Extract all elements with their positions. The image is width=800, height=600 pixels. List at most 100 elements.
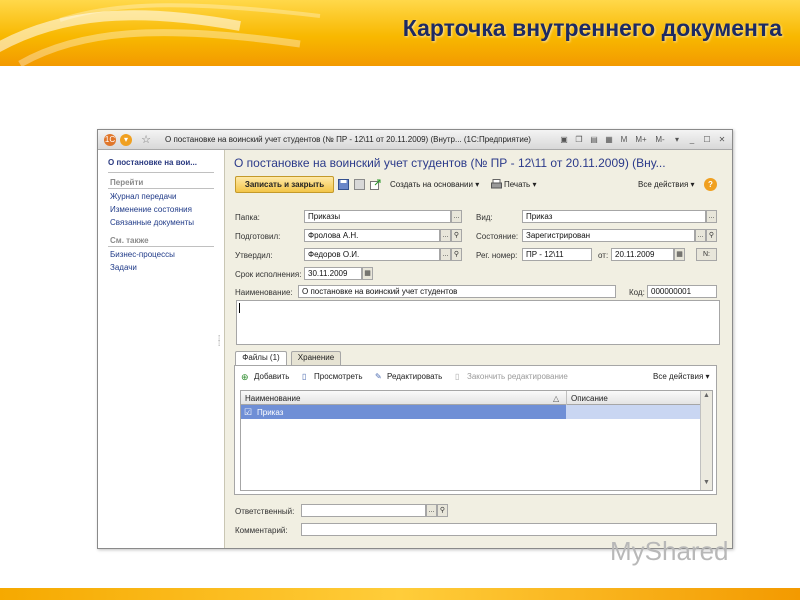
slide-header: Карточка внутреннего документа [0, 0, 800, 66]
type-field[interactable]: Приказ [522, 210, 706, 223]
comment-field[interactable] [301, 523, 717, 536]
add-button[interactable]: Добавить [254, 372, 289, 381]
save-icon[interactable] [338, 179, 349, 190]
regnum-label: Рег. номер: [476, 251, 518, 260]
window-title: О постановке на воинский учет студентов … [165, 135, 531, 144]
deadline-calendar-icon[interactable]: ▦ [362, 267, 373, 280]
checkbox-icon[interactable]: ☑ [244, 407, 252, 418]
comment-label: Комментарий: [235, 526, 288, 535]
sidebar-item-tasks[interactable]: Задачи [110, 263, 137, 272]
print-dropdown[interactable]: Печать ▾ [504, 180, 536, 189]
calendar-icon[interactable]: ▦ [603, 133, 615, 146]
scroll-up-icon[interactable]: ▲ [703, 392, 710, 399]
state-select-button[interactable]: ... [695, 229, 706, 242]
folder-select-button[interactable]: ... [451, 210, 462, 223]
watermark-logo: MyShared [610, 536, 729, 566]
create-based-dropdown[interactable]: Создать на основании ▾ [390, 180, 479, 189]
sidebar-item-journal[interactable]: Журнал передачи [110, 192, 177, 201]
all-actions-dropdown[interactable]: Все действия ▾ [638, 180, 695, 189]
menu-icon[interactable]: ▾ [120, 134, 132, 146]
edit-icon[interactable]: ✎ [375, 372, 382, 381]
approved-field[interactable]: Федоров О.И. [304, 248, 440, 261]
copy-icon[interactable]: ❐ [573, 133, 585, 146]
file-description-cell [566, 405, 701, 419]
memory-minus-button[interactable]: M- [652, 133, 668, 146]
prepared-field[interactable]: Фролова А.Н. [304, 229, 440, 242]
state-label: Состояние: [476, 232, 519, 241]
help-icon[interactable]: ? [704, 178, 717, 191]
number-button[interactable]: N: [696, 248, 717, 261]
memory-plus-button[interactable]: M+ [633, 133, 649, 146]
file-name-cell: Приказ [257, 408, 284, 417]
dropdown-icon[interactable]: ▾ [671, 133, 683, 146]
slide-title: Карточка внутреннего документа [402, 15, 782, 41]
approved-search-icon[interactable]: ⚲ [451, 248, 462, 261]
maximize-icon[interactable]: ☐ [701, 133, 713, 146]
state-search-icon[interactable]: ⚲ [706, 229, 717, 242]
column-description-header[interactable]: Описание [571, 394, 608, 403]
scroll-down-icon[interactable]: ▼ [703, 479, 710, 486]
export-icon[interactable] [370, 179, 381, 190]
view-icon[interactable]: ▯ [302, 372, 306, 381]
responsible-field[interactable] [301, 504, 426, 517]
divider [566, 391, 567, 405]
grid-header: Наименование △ Описание [241, 391, 701, 405]
prepared-search-icon[interactable]: ⚲ [451, 229, 462, 242]
tab-storage[interactable]: Хранение [291, 351, 341, 365]
post-icon[interactable] [354, 179, 365, 190]
sidebar-item-state-change[interactable]: Изменение состояния [110, 205, 192, 214]
grid-scrollbar[interactable]: ▲ ▼ [700, 391, 712, 490]
table-row[interactable]: ☑ Приказ [241, 405, 701, 419]
folder-field[interactable]: Приказы [304, 210, 451, 223]
sidebar-doc-link[interactable]: О постановке на вои... [108, 158, 197, 167]
tab-files[interactable]: Файлы (1) [235, 351, 287, 365]
view-button[interactable]: Просмотреть [314, 372, 363, 381]
files-all-actions-dropdown[interactable]: Все действия ▾ [653, 372, 710, 381]
window-titlebar: 1C ▾ ☆ О постановке на воинский учет сту… [98, 130, 732, 150]
add-icon[interactable]: ⊕ [241, 372, 249, 383]
deadline-field[interactable]: 30.11.2009 [304, 267, 362, 280]
close-icon[interactable]: ✕ [716, 133, 728, 146]
from-date-field[interactable]: 20.11.2009 [611, 248, 674, 261]
state-field[interactable]: Зарегистрирован [522, 229, 695, 242]
folder-label: Папка: [235, 213, 260, 222]
name-label: Наименование: [235, 288, 293, 297]
memory-m-button[interactable]: M [618, 133, 630, 146]
save-icon[interactable]: ▣ [558, 133, 570, 146]
column-name-header[interactable]: Наименование [245, 394, 300, 403]
code-field[interactable]: 000000001 [647, 285, 717, 298]
approved-select-button[interactable]: ... [440, 248, 451, 261]
code-label: Код: [629, 288, 645, 297]
from-calendar-icon[interactable]: ▦ [674, 248, 685, 261]
type-select-button[interactable]: ... [706, 210, 717, 223]
create-based-label: Создать на основании [390, 180, 473, 189]
save-close-button[interactable]: Записать и закрыть [235, 176, 334, 193]
sidebar: О постановке на вои... Перейти Журнал пе… [98, 150, 225, 548]
app-logo-icon[interactable]: 1C [104, 134, 116, 146]
form-toolbar: Записать и закрыть Создать на основании … [226, 176, 732, 194]
files-grid: Наименование △ Описание ☑ Приказ ▲ ▼ [240, 390, 713, 491]
finish-edit-button: Закончить редактирование [467, 372, 568, 381]
responsible-label: Ответственный: [235, 507, 295, 516]
edit-button[interactable]: Редактировать [387, 372, 442, 381]
print-icon[interactable] [491, 179, 502, 190]
sidebar-item-business-processes[interactable]: Бизнес-процессы [110, 250, 175, 259]
sidebar-section-see-also: См. также [110, 236, 149, 245]
sidebar-item-related-docs[interactable]: Связанные документы [110, 218, 194, 227]
calc-icon[interactable]: ▤ [588, 133, 600, 146]
regnum-field[interactable]: ПР - 12\11 [522, 248, 592, 261]
splitter-handle[interactable]: ⁞ ⁞ [218, 335, 220, 348]
responsible-select-button[interactable]: ... [426, 504, 437, 517]
minimize-icon[interactable]: _ [686, 133, 698, 146]
name-field[interactable]: О постановке на воинский учет студентов [298, 285, 616, 298]
form-title: О постановке на воинский учет студентов … [234, 156, 666, 170]
prepared-select-button[interactable]: ... [440, 229, 451, 242]
print-label: Печать [504, 180, 531, 189]
divider [108, 246, 214, 247]
files-all-actions-label: Все действия [653, 372, 704, 381]
window-tools: ▣ ❐ ▤ ▦ M M+ M- ▾ _ ☐ ✕ [558, 133, 728, 146]
responsible-search-icon[interactable]: ⚲ [437, 504, 448, 517]
star-icon[interactable]: ☆ [140, 134, 152, 146]
content-textarea[interactable] [236, 300, 720, 345]
finish-edit-icon: ▯ [455, 372, 460, 381]
